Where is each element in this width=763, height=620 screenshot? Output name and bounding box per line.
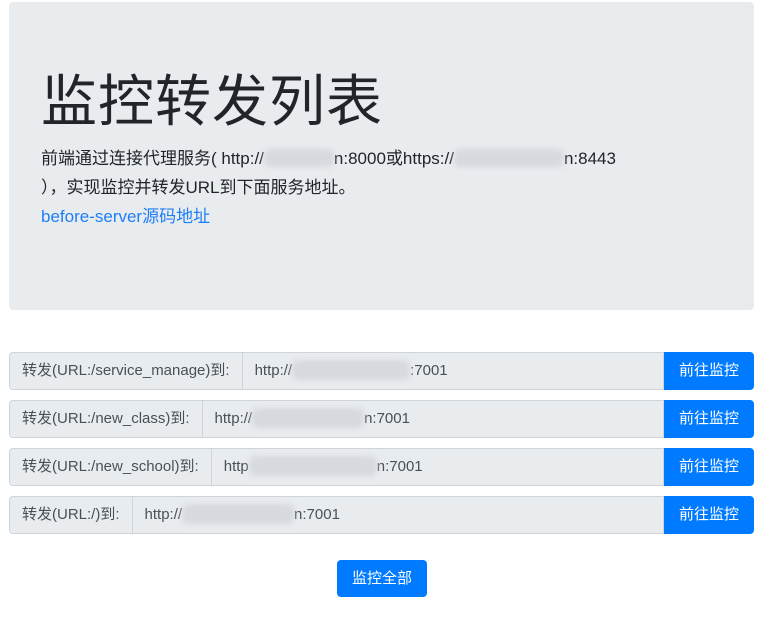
page-description: 前端通过连接代理服务( http:// n:8000或https:// n:8443… <box>41 144 701 202</box>
forward-row-label: 转发(URL:/new_class)到: <box>9 400 202 438</box>
monitor-all-button[interactable]: 监控全部 <box>337 560 427 597</box>
url-end: n:7001 <box>294 506 340 523</box>
redacted-host-2 <box>453 149 564 167</box>
page-title: 监控转发列表 <box>41 70 383 133</box>
forward-row-new-class: 转发(URL:/new_class)到: http:// n:7001 前往监控 <box>9 400 754 438</box>
desc-text-4: ），实现监控并转发URL到下面服务地址。 <box>41 178 356 197</box>
forward-row-label: 转发(URL:/)到: <box>9 496 132 534</box>
forward-row-new-school: 转发(URL:/new_school)到: http n:7001 前往监控 <box>9 448 754 486</box>
redacted-host <box>252 408 365 428</box>
forward-url-field[interactable]: http:// n:7001 <box>131 496 664 534</box>
url-end: n:7001 <box>364 410 410 427</box>
forward-row-label: 转发(URL:/service_manage)到: <box>9 352 242 390</box>
go-monitor-button[interactable]: 前往监控 <box>664 352 754 390</box>
redacted-host <box>248 456 377 476</box>
go-monitor-button[interactable]: 前往监控 <box>664 496 754 534</box>
forward-row-service-manage: 转发(URL:/service_manage)到: http:// :7001 前… <box>9 352 754 390</box>
desc-text-1: 前端通过连接代理服务( http:// <box>41 149 264 168</box>
forward-list: 转发(URL:/service_manage)到: http:// :7001 前… <box>9 352 754 544</box>
forward-row-label: 转发(URL:/new_school)到: <box>9 448 211 486</box>
source-code-link[interactable]: before-server源码地址 <box>41 202 722 231</box>
redacted-host-1 <box>263 149 334 167</box>
redacted-host <box>292 360 411 380</box>
forward-row-root: 转发(URL:/)到: http:// n:7001 前往监控 <box>9 496 754 534</box>
url-start: http <box>223 458 249 475</box>
url-start: http:// <box>254 362 293 379</box>
forward-url-field[interactable]: http:// :7001 <box>241 352 664 390</box>
redacted-host <box>182 504 295 524</box>
go-monitor-button[interactable]: 前往监控 <box>664 400 754 438</box>
forward-url-field[interactable]: http n:7001 <box>210 448 664 486</box>
url-start: http:// <box>214 410 253 427</box>
header-panel: 监控转发列表 前端通过连接代理服务( http:// n:8000或https:/… <box>9 2 754 310</box>
url-end: n:7001 <box>376 458 423 475</box>
forward-url-field[interactable]: http:// n:7001 <box>201 400 664 438</box>
url-end: :7001 <box>410 362 448 379</box>
go-monitor-button[interactable]: 前往监控 <box>664 448 754 486</box>
desc-text-2: n:8000或https:// <box>333 149 454 168</box>
desc-text-3: n:8443 <box>563 149 616 168</box>
url-start: http:// <box>144 506 183 523</box>
